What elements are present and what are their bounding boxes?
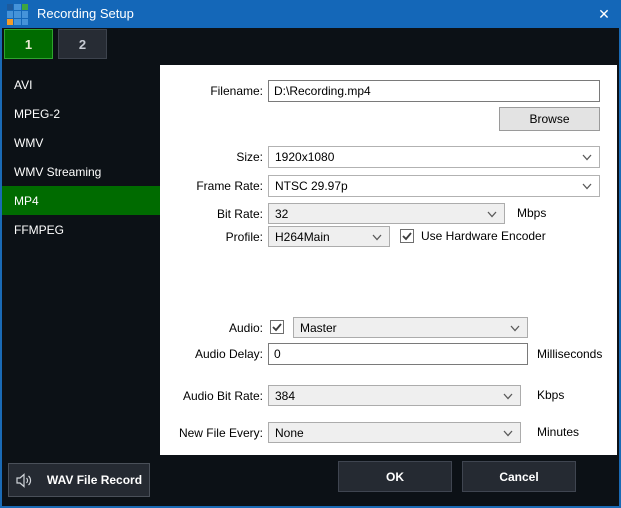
audio-bit-rate-label: Audio Bit Rate: bbox=[166, 385, 263, 407]
sidebar-item-mp4[interactable]: MP4 bbox=[2, 186, 160, 215]
audio-select[interactable]: Master bbox=[293, 317, 528, 338]
speaker-icon bbox=[16, 473, 33, 488]
chevron-down-icon bbox=[503, 393, 513, 400]
bit-rate-select[interactable]: 32 bbox=[268, 203, 505, 224]
bit-rate-label: Bit Rate: bbox=[166, 203, 263, 225]
hardware-encoder-label: Use Hardware Encoder bbox=[421, 226, 546, 247]
tab-2[interactable]: 2 bbox=[58, 29, 107, 59]
titlebar[interactable]: Recording Setup ✕ bbox=[0, 0, 621, 28]
new-file-every-label: New File Every: bbox=[166, 422, 263, 444]
hardware-encoder-checkbox[interactable] bbox=[400, 229, 414, 243]
ok-button[interactable]: OK bbox=[338, 461, 452, 492]
new-file-every-unit: Minutes bbox=[537, 422, 579, 443]
cancel-button[interactable]: Cancel bbox=[462, 461, 576, 492]
new-file-every-select[interactable]: None bbox=[268, 422, 521, 443]
sidebar-item-avi[interactable]: AVI bbox=[2, 70, 160, 99]
bit-rate-unit: Mbps bbox=[517, 203, 546, 224]
filename-label: Filename: bbox=[166, 80, 263, 102]
profile-select[interactable]: H264Main bbox=[268, 226, 390, 247]
chevron-down-icon bbox=[487, 211, 497, 218]
browse-button[interactable]: Browse bbox=[499, 107, 600, 131]
sidebar-item-ffmpeg[interactable]: FFMPEG bbox=[2, 215, 160, 244]
sidebar-item-wmv[interactable]: WMV bbox=[2, 128, 160, 157]
audio-delay-unit: Milliseconds bbox=[537, 344, 602, 365]
check-icon bbox=[272, 323, 282, 332]
check-icon bbox=[402, 232, 412, 241]
audio-checkbox[interactable] bbox=[270, 320, 284, 334]
recording-setup-dialog: Recording Setup ✕ 1 2 AVI MPEG-2 WMV WMV… bbox=[0, 0, 621, 508]
audio-bit-rate-unit: Kbps bbox=[537, 385, 564, 406]
window-title: Recording Setup bbox=[37, 0, 134, 28]
chevron-down-icon bbox=[582, 183, 592, 190]
filename-input[interactable] bbox=[268, 80, 600, 102]
frame-rate-label: Frame Rate: bbox=[166, 175, 263, 197]
chevron-down-icon bbox=[503, 430, 513, 437]
vmix-logo-icon bbox=[7, 4, 28, 25]
audio-bit-rate-select[interactable]: 384 bbox=[268, 385, 521, 406]
close-icon: ✕ bbox=[598, 6, 610, 23]
audio-label: Audio: bbox=[166, 317, 263, 339]
chevron-down-icon bbox=[372, 234, 382, 241]
audio-delay-label: Audio Delay: bbox=[166, 343, 263, 365]
profile-label: Profile: bbox=[166, 226, 263, 248]
tab-1[interactable]: 1 bbox=[4, 29, 53, 59]
wav-file-record-button[interactable]: WAV File Record bbox=[8, 463, 150, 497]
frame-rate-select[interactable]: NTSC 29.97p bbox=[268, 175, 600, 197]
chevron-down-icon bbox=[582, 154, 592, 161]
sidebar-item-mpeg2[interactable]: MPEG-2 bbox=[2, 99, 160, 128]
size-label: Size: bbox=[166, 146, 263, 168]
audio-delay-input[interactable] bbox=[268, 343, 528, 365]
close-button[interactable]: ✕ bbox=[587, 0, 621, 28]
size-select[interactable]: 1920x1080 bbox=[268, 146, 600, 168]
chevron-down-icon bbox=[510, 325, 520, 332]
sidebar-item-wmv-streaming[interactable]: WMV Streaming bbox=[2, 157, 160, 186]
